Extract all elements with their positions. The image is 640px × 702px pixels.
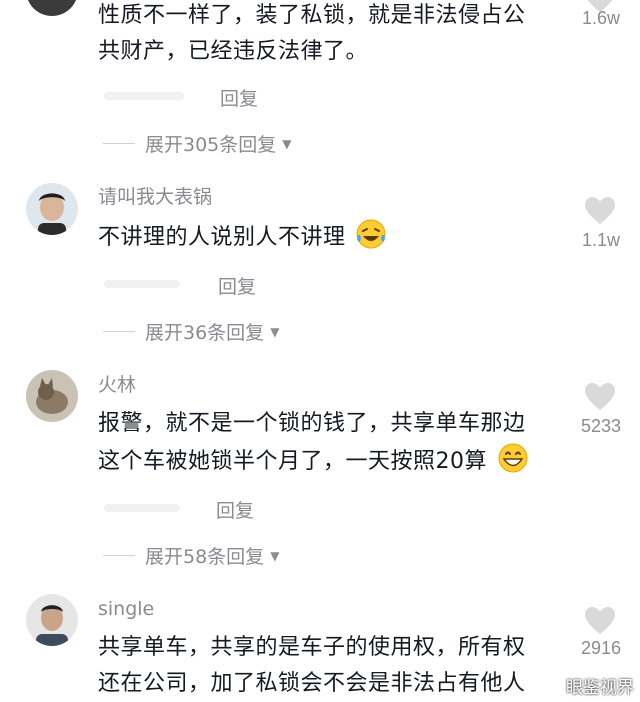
like-count: 2916 [580, 638, 622, 658]
comment-text-line: 报警，就不是一个锁的钱了，共享单车那边 [98, 411, 526, 436]
like-count: 5233 [580, 416, 622, 436]
expand-replies-label: 展开305条回复 [145, 134, 277, 156]
caret-down-icon: ▼ [270, 548, 280, 563]
username[interactable]: 火林 [98, 374, 136, 396]
avatar[interactable] [26, 0, 78, 16]
comment-text: 报警，就不是一个锁的钱了，共享单车那边 这个车被她锁半个月了，一天按照20算 [98, 406, 558, 480]
expand-replies-label: 展开58条回复 [145, 546, 265, 568]
caret-down-icon: ▼ [270, 324, 280, 339]
grinning-emoji-icon [498, 443, 527, 473]
divider-line [103, 331, 135, 332]
avatar[interactable] [26, 183, 78, 235]
comment-text: 共享单车，共享的是车子的使用权，所有权 还在公司，加了私锁会不会是非法占有他人 [98, 630, 558, 702]
caret-down-icon: ▼ [282, 136, 292, 151]
expand-replies-button[interactable]: 展开305条回复 ▼ [103, 130, 292, 157]
avatar[interactable] [26, 594, 78, 646]
timestamp-blurred [104, 504, 180, 512]
reply-button[interactable]: 回复 [216, 496, 254, 523]
divider-line [103, 555, 135, 556]
comment-text-line: 性质不一样了，装了私锁，就是非法侵占公 [98, 3, 526, 28]
heart-icon[interactable] [584, 196, 616, 226]
username[interactable]: single [98, 598, 154, 620]
comment-text: 不讲理的人说别人不讲理 [98, 218, 558, 256]
heart-icon[interactable] [584, 606, 616, 636]
username[interactable]: 请叫我大表锅 [98, 186, 212, 208]
laughing-tears-emoji-icon [356, 219, 386, 249]
comment-text-line: 还在公司，加了私锁会不会是非法占有他人 [98, 671, 526, 696]
comment-text: 性质不一样了，装了私锁，就是非法侵占公 共财产，已经违反法律了。 [98, 0, 558, 70]
expand-replies-label: 展开36条回复 [145, 322, 265, 344]
reply-button[interactable]: 回复 [220, 84, 258, 111]
comment-text-line: 不讲理的人说别人不讲理 [98, 225, 346, 250]
expand-replies-button[interactable]: 展开58条回复 ▼ [103, 542, 279, 569]
timestamp-blurred [104, 92, 184, 100]
comment-text-line: 共享单车，共享的是车子的使用权，所有权 [98, 635, 526, 660]
like-count: 1.1w [581, 230, 621, 250]
watermark: 眼鉴视界 [566, 678, 634, 698]
comment-text-line: 这个车被她锁半个月了，一天按照20算 [98, 449, 487, 474]
comment-text-line: 共财产，已经违反法律了。 [98, 39, 369, 64]
reply-button[interactable]: 回复 [218, 272, 256, 299]
timestamp-blurred [104, 280, 180, 288]
avatar[interactable] [26, 370, 78, 422]
heart-icon[interactable] [584, 382, 616, 412]
divider-line [103, 143, 135, 144]
like-count: 1.6w [581, 8, 621, 28]
expand-replies-button[interactable]: 展开36条回复 ▼ [103, 318, 279, 345]
